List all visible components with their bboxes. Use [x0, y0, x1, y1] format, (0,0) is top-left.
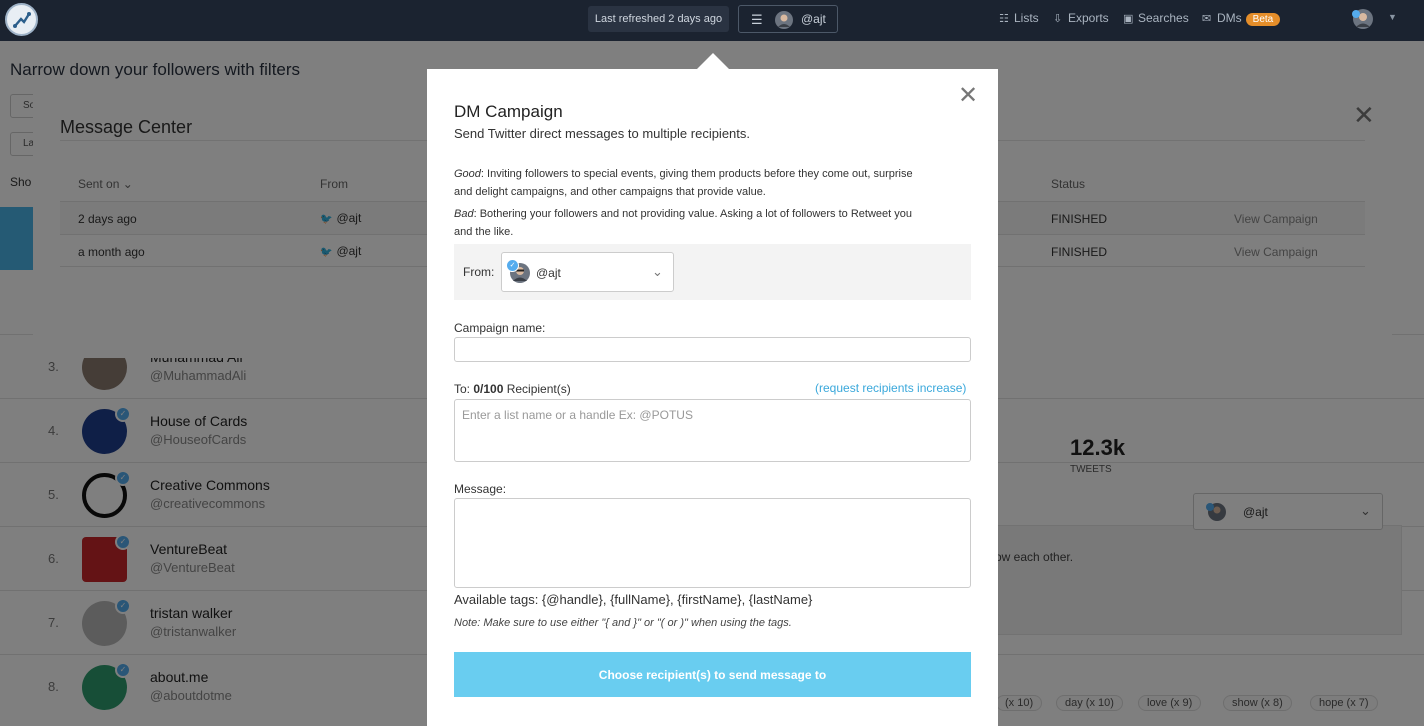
user-menu-chevron-icon[interactable]: ▼ [1388, 12, 1397, 22]
logo-icon [13, 12, 31, 28]
account-handle: @ajt [801, 12, 826, 26]
message-textarea[interactable] [454, 498, 971, 588]
available-tags-text: Available tags: {@handle}, {fullName}, {… [454, 592, 813, 607]
from-section: From: ✓ @ajt ⌄ [454, 244, 971, 300]
campaign-name-input[interactable] [454, 337, 971, 362]
download-icon: ⇩ [1053, 13, 1063, 25]
tags-note-text: Note: Make sure to use either "{ and }" … [454, 617, 792, 629]
recipient-count: 0/100 [473, 382, 504, 396]
user-avatar-icon[interactable] [1351, 8, 1375, 30]
app-logo[interactable] [5, 3, 38, 36]
last-refreshed-label: Last refreshed 2 days ago [588, 6, 729, 32]
request-recipients-increase-link[interactable]: (request recipients increase) [815, 381, 966, 395]
recipients-label: To: 0/100 Recipient(s) [454, 382, 571, 396]
chevron-down-icon: ⌄ [652, 264, 663, 279]
campaign-name-label: Campaign name: [454, 321, 546, 335]
choose-recipients-button[interactable]: Choose recipient(s) to send message to [454, 652, 971, 697]
save-icon: ▣ [1123, 13, 1134, 25]
beta-badge: Beta [1245, 13, 1281, 26]
close-icon[interactable]: ✕ [958, 81, 978, 110]
chat-icon: ✉ [1202, 13, 1212, 25]
top-navbar: Last refreshed 2 days ago ☰ @ajt ☷ Lists … [0, 0, 1424, 41]
list-icon: ☷ [999, 13, 1009, 25]
dm-campaign-subtitle: Send Twitter direct messages to multiple… [454, 126, 751, 141]
avatar-icon [775, 11, 793, 29]
nav-exports-link[interactable]: ⇩ Exports [1053, 11, 1109, 25]
twitter-badge-icon: ✓ [506, 259, 519, 272]
popover-arrow [697, 53, 729, 69]
bad-usage-text: Bad: Bothering your followers and not pr… [454, 208, 912, 238]
nav-searches-link[interactable]: ▣ Searches [1123, 11, 1189, 25]
from-label: From: [463, 265, 495, 279]
recipients-input[interactable] [454, 399, 971, 462]
hamburger-menu-icon: ☰ [751, 12, 763, 27]
dm-campaign-modal: ✕ DM Campaign Send Twitter direct messag… [427, 69, 998, 726]
from-account-select[interactable]: ✓ @ajt ⌄ [501, 252, 674, 292]
nav-lists-link[interactable]: ☷ Lists [999, 11, 1039, 25]
message-label: Message: [454, 482, 507, 496]
good-usage-text: Good: Inviting followers to special even… [454, 168, 913, 198]
dm-campaign-title: DM Campaign [454, 102, 563, 121]
nav-dms-link[interactable]: ✉ DMs Beta [1202, 11, 1281, 26]
account-switcher-button[interactable]: ☰ @ajt [738, 5, 838, 33]
